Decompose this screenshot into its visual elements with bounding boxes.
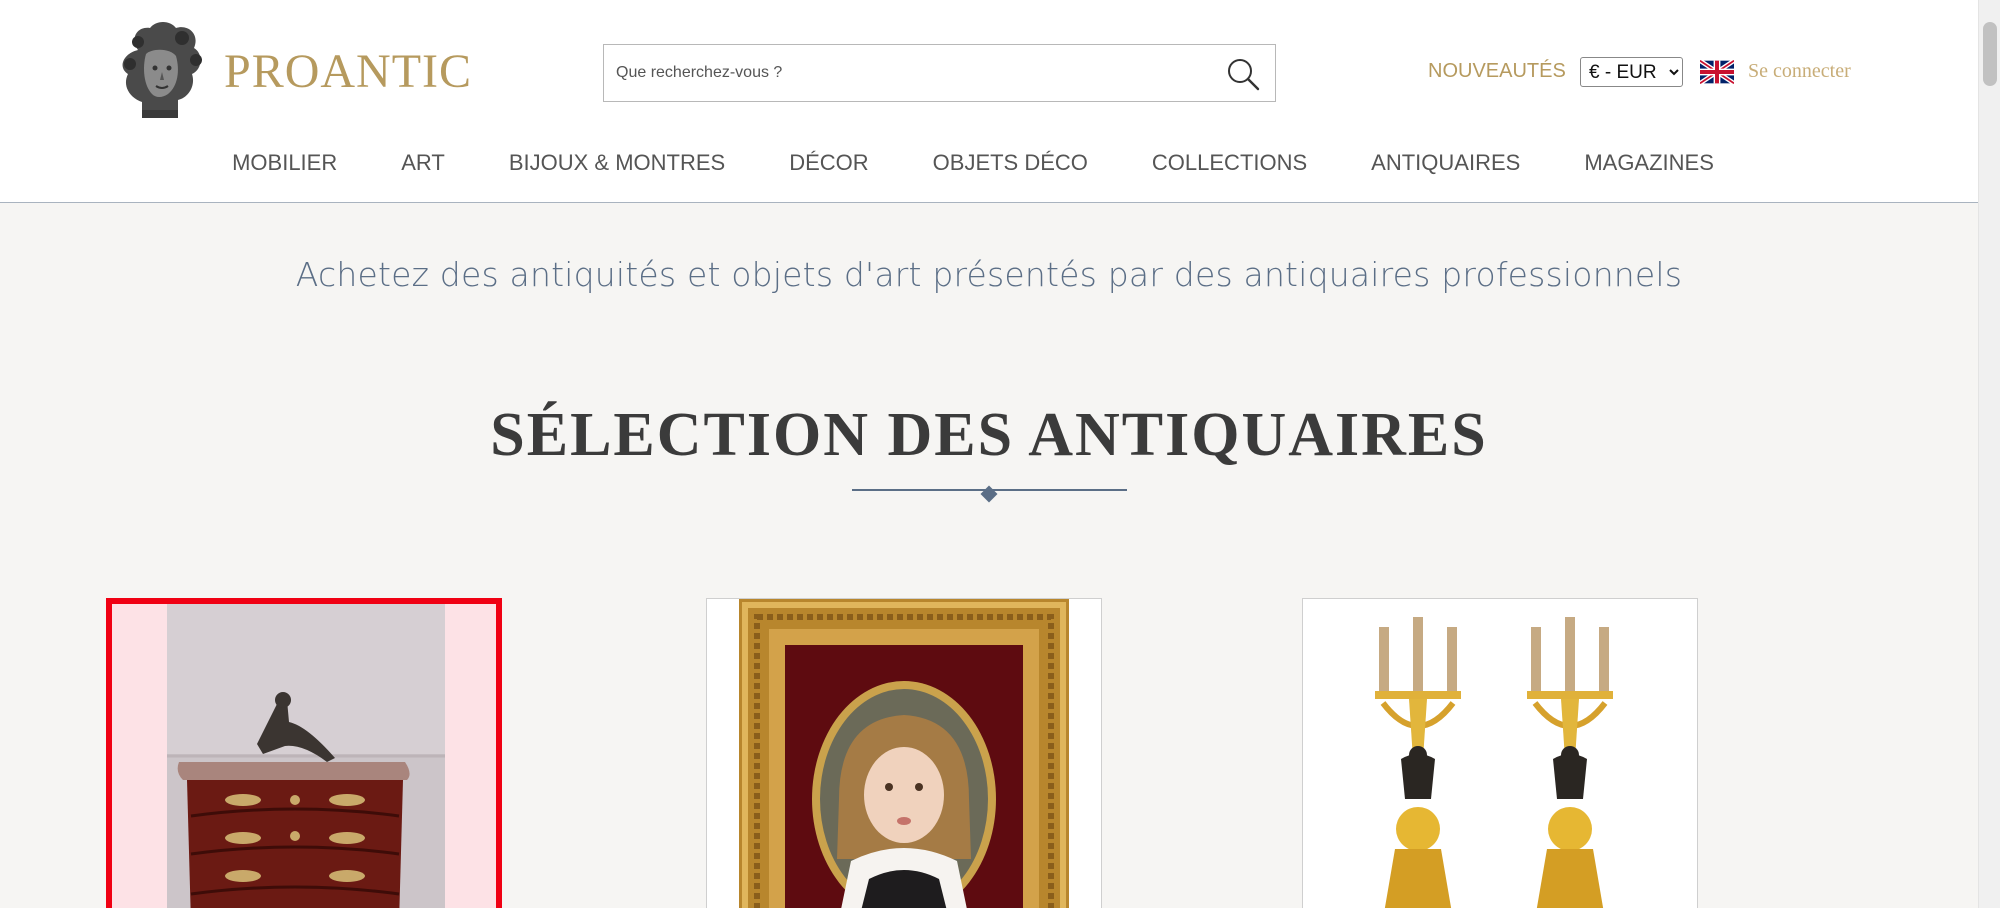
main-nav: MOBILIER ART BIJOUX & MONTRES DÉCOR OBJE… — [0, 150, 1978, 176]
nav-item-collections[interactable]: COLLECTIONS — [1152, 150, 1307, 176]
product-card-portrait[interactable] — [706, 598, 1102, 908]
search-icon[interactable] — [1225, 56, 1261, 92]
new-arrivals-link[interactable]: NOUVEAUTÉS — [1428, 60, 1566, 83]
uk-flag-icon[interactable] — [1700, 60, 1734, 84]
search-bar — [603, 44, 1276, 102]
currency-select[interactable]: € - EUR — [1580, 57, 1683, 87]
portrait-image — [739, 599, 1069, 908]
login-link[interactable]: Se connecter — [1748, 60, 1851, 83]
search-input[interactable] — [616, 45, 1196, 101]
page-scrollbar[interactable] — [1978, 0, 2000, 908]
site-header: PROANTIC NOUVEAUTÉS € - EUR Se connecter… — [0, 0, 1978, 203]
nav-item-antiquaires[interactable]: ANTIQUAIRES — [1371, 150, 1520, 176]
nav-item-mobilier[interactable]: MOBILIER — [232, 150, 337, 176]
nav-item-objets-deco[interactable]: OBJETS DÉCO — [933, 150, 1088, 176]
product-card-commode[interactable] — [106, 598, 502, 908]
logo[interactable]: PROANTIC — [112, 20, 472, 122]
commode-image — [167, 604, 445, 908]
page-tagline: Achetez des antiquités et objets d'art p… — [295, 255, 1683, 294]
scrollbar-thumb[interactable] — [1983, 22, 1997, 86]
bust-logo-icon — [122, 22, 202, 118]
logo-text: PROANTIC — [224, 44, 473, 98]
nav-item-magazines[interactable]: MAGAZINES — [1584, 150, 1714, 176]
section-title: SÉLECTION DES ANTIQUAIRES — [490, 401, 1488, 469]
product-card-candelabra[interactable] — [1302, 598, 1698, 908]
nav-item-decor[interactable]: DÉCOR — [789, 150, 868, 176]
candelabra-image — [1343, 599, 1657, 908]
nav-item-art[interactable]: ART — [401, 150, 445, 176]
nav-item-bijoux-montres[interactable]: BIJOUX & MONTRES — [509, 150, 725, 176]
